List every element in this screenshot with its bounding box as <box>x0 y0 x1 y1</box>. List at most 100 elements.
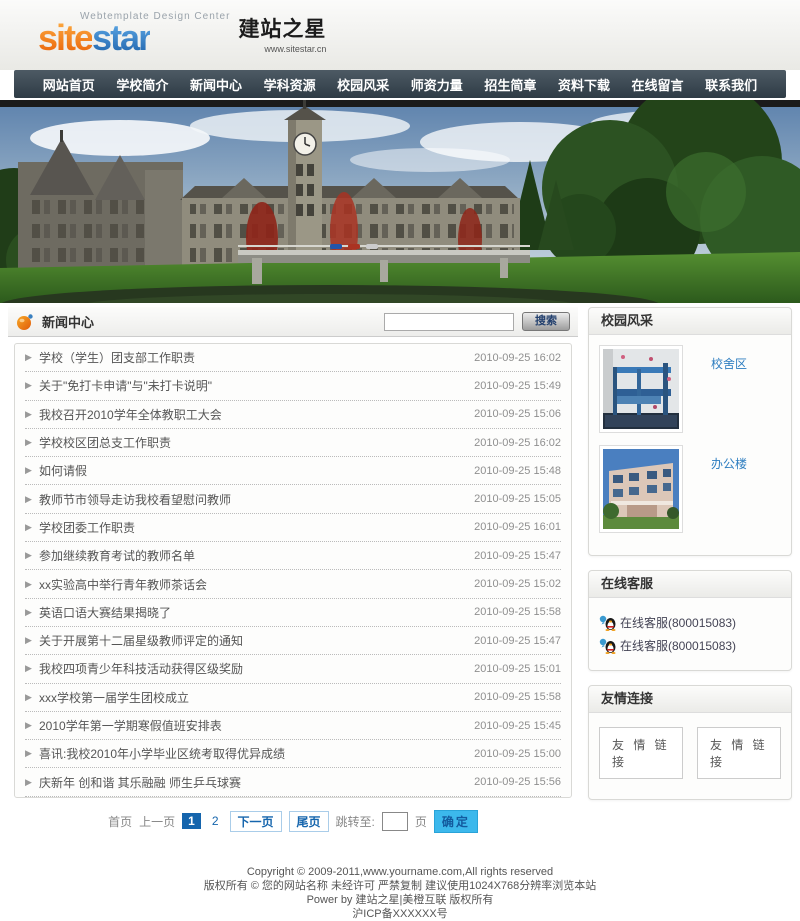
news-date: 2010-09-25 15:06 <box>443 408 561 420</box>
nav-item-news[interactable]: 新闻中心 <box>190 75 242 94</box>
bullet-arrow-icon: ▶ <box>25 437 39 448</box>
news-date: 2010-09-25 15:05 <box>443 493 561 505</box>
footer-icp-line: 沪ICP备XXXXXX号 <box>0 907 800 921</box>
news-list-item[interactable]: ▶2010学年第一学期寒假值班安排表2010-09-25 15:45 <box>25 712 561 740</box>
pagination-page-2[interactable]: 2 <box>208 813 223 829</box>
campus-photo-link-office[interactable]: 办公楼 <box>711 455 747 533</box>
office-building-photo[interactable] <box>599 445 683 533</box>
news-list-item[interactable]: ▶我校四项青少年科技活动获得区级奖励2010-09-25 15:01 <box>25 655 561 683</box>
pagination-page-unit: 页 <box>415 813 427 830</box>
pagination-jump-input[interactable] <box>382 812 408 831</box>
qq-penguin-icon <box>599 638 617 654</box>
campus-photo-link-dormitory[interactable]: 校舍区 <box>711 355 747 433</box>
friend-link-button[interactable]: 友 情 链 接 <box>697 727 781 779</box>
news-link[interactable]: 学校团委工作职责 <box>39 519 443 536</box>
nav-item-contact[interactable]: 联系我们 <box>705 75 757 94</box>
bullet-arrow-icon: ▶ <box>25 465 39 476</box>
news-link[interactable]: 英语口语大赛结果揭晓了 <box>39 604 443 621</box>
news-list-item[interactable]: ▶教师节市领导走访我校看望慰问教师2010-09-25 15:05 <box>25 485 561 513</box>
pagination-first[interactable]: 首页 <box>108 813 132 830</box>
friend-link-button[interactable]: 友 情 链 接 <box>599 727 683 779</box>
qq-service-label[interactable]: 在线客服(800015083) <box>620 614 736 631</box>
logo[interactable]: Webtemplate Design Center sitestar 建站之星 … <box>38 12 326 54</box>
dormitory-photo[interactable] <box>599 345 683 433</box>
news-link[interactable]: 庆新年 创和谐 其乐融融 师生乒乓球赛 <box>39 774 443 791</box>
news-date: 2010-09-25 15:02 <box>443 578 561 590</box>
nav-item-home[interactable]: 网站首页 <box>43 75 95 94</box>
news-date: 2010-09-25 15:58 <box>443 606 561 618</box>
news-link[interactable]: 我校召开2010学年全体教职工大会 <box>39 406 443 423</box>
news-link[interactable]: 学校（学生）团支部工作职责 <box>39 349 443 366</box>
news-link[interactable]: xx实验高中举行青年教师茶话会 <box>39 576 443 593</box>
news-link[interactable]: 喜讯:我校2010年小学毕业区统考取得优异成绩 <box>39 745 443 762</box>
news-ball-icon <box>16 313 34 331</box>
pagination-confirm-button[interactable]: 确定 <box>434 810 478 833</box>
pagination-page-1[interactable]: 1 <box>182 813 201 829</box>
news-date: 2010-09-25 15:00 <box>443 748 561 760</box>
news-link[interactable]: 我校四项青少年科技活动获得区级奖励 <box>39 660 443 677</box>
sidebar: 校园风采 <box>588 307 792 833</box>
news-link[interactable]: 如何请假 <box>39 462 443 479</box>
campus-photo-row: 校舍区 <box>599 345 781 433</box>
news-date: 2010-09-25 16:01 <box>443 521 561 533</box>
news-list-item[interactable]: ▶关于开展第十二届星级教师评定的通知2010-09-25 15:47 <box>25 627 561 655</box>
news-date: 2010-09-25 15:47 <box>443 550 561 562</box>
logo-star-text: star <box>92 17 150 58</box>
news-link[interactable]: 关于开展第十二届星级教师评定的通知 <box>39 632 443 649</box>
qq-service-row[interactable]: 在线客服(800015083) <box>599 637 781 654</box>
nav-item-about[interactable]: 学校简介 <box>116 75 168 94</box>
news-list-item[interactable]: ▶庆新年 创和谐 其乐融融 师生乒乓球赛2010-09-25 15:56 <box>25 768 561 796</box>
footer-rights-line: 版权所有 © 您的网站名称 未经许可 严禁复制 建议使用1024X768分辨率浏… <box>0 879 800 893</box>
logo-site-text: site <box>38 17 92 58</box>
news-list-item[interactable]: ▶学校团委工作职责2010-09-25 16:01 <box>25 514 561 542</box>
news-list-item[interactable]: ▶关于"免打卡申请"与"未打卡说明"2010-09-25 15:49 <box>25 372 561 400</box>
nav-item-resources[interactable]: 学科资源 <box>264 75 316 94</box>
nav-item-admissions[interactable]: 招生简章 <box>484 75 536 94</box>
online-service-title: 在线客服 <box>589 571 791 598</box>
qq-service-label[interactable]: 在线客服(800015083) <box>620 637 736 654</box>
qq-penguin-icon <box>599 615 617 631</box>
news-date: 2010-09-25 15:45 <box>443 720 561 732</box>
search-input[interactable] <box>384 313 514 331</box>
nav-item-downloads[interactable]: 资料下载 <box>558 75 610 94</box>
news-list-item[interactable]: ▶喜讯:我校2010年小学毕业区统考取得优异成绩2010-09-25 15:00 <box>25 740 561 768</box>
bullet-arrow-icon: ▶ <box>25 494 39 505</box>
news-date: 2010-09-25 15:48 <box>443 465 561 477</box>
news-list-item[interactable]: ▶xx实验高中举行青年教师茶话会2010-09-25 15:02 <box>25 570 561 598</box>
qq-service-row[interactable]: 在线客服(800015083) <box>599 614 781 631</box>
news-link[interactable]: 关于"免打卡申请"与"未打卡说明" <box>39 377 443 394</box>
pagination-jump-label: 跳转至: <box>336 813 375 830</box>
news-link[interactable]: 2010学年第一学期寒假值班安排表 <box>39 717 443 734</box>
main-nav: 网站首页 学校简介 新闻中心 学科资源 校园风采 师资力量 招生简章 资料下载 … <box>14 70 786 98</box>
bullet-arrow-icon: ▶ <box>25 635 39 646</box>
news-list-item[interactable]: ▶我校召开2010学年全体教职工大会2010-09-25 15:06 <box>25 401 561 429</box>
content-area: 新闻中心 搜索 ▶学校（学生）团支部工作职责2010-09-25 16:02 ▶… <box>0 303 800 833</box>
news-date: 2010-09-25 15:49 <box>443 380 561 392</box>
pagination-last[interactable]: 尾页 <box>289 811 329 832</box>
nav-item-faculty[interactable]: 师资力量 <box>411 75 463 94</box>
friend-links-title: 友情连接 <box>589 686 791 713</box>
news-link[interactable]: 参加继续教育考试的教师名单 <box>39 547 443 564</box>
news-list-item[interactable]: ▶参加继续教育考试的教师名单2010-09-25 15:47 <box>25 542 561 570</box>
news-list-item[interactable]: ▶学校（学生）团支部工作职责2010-09-25 16:02 <box>25 344 561 372</box>
news-list: ▶学校（学生）团支部工作职责2010-09-25 16:02 ▶关于"免打卡申请… <box>14 343 572 798</box>
bullet-arrow-icon: ▶ <box>25 607 39 618</box>
pagination-next[interactable]: 下一页 <box>230 811 282 832</box>
search-button[interactable]: 搜索 <box>522 312 570 331</box>
news-list-item[interactable]: ▶学校校区团总支工作职责2010-09-25 16:02 <box>25 429 561 457</box>
news-link[interactable]: xxx学校第一届学生团校成立 <box>39 689 443 706</box>
news-list-item[interactable]: ▶如何请假2010-09-25 15:48 <box>25 457 561 485</box>
news-link[interactable]: 学校校区团总支工作职责 <box>39 434 443 451</box>
site-footer: Copyright © 2009-2011,www.yourname.com,A… <box>0 865 800 921</box>
news-list-item[interactable]: ▶英语口语大赛结果揭晓了2010-09-25 15:58 <box>25 599 561 627</box>
news-link[interactable]: 教师节市领导走访我校看望慰问教师 <box>39 491 443 508</box>
campus-box-title: 校园风采 <box>589 308 791 335</box>
news-list-item[interactable]: ▶xxx学校第一届学生团校成立2010-09-25 15:58 <box>25 684 561 712</box>
bullet-arrow-icon: ▶ <box>25 352 39 363</box>
news-column: 新闻中心 搜索 ▶学校（学生）团支部工作职责2010-09-25 16:02 ▶… <box>8 307 578 833</box>
nav-item-campus[interactable]: 校园风采 <box>337 75 389 94</box>
nav-item-guestbook[interactable]: 在线留言 <box>632 75 684 94</box>
pagination-prev[interactable]: 上一页 <box>139 813 175 830</box>
pagination: 首页 上一页 1 2 下一页 尾页 跳转至: 页 确定 <box>8 810 578 833</box>
footer-powerby-line: Power by 建站之星|美橙互联 版权所有 <box>0 893 800 907</box>
